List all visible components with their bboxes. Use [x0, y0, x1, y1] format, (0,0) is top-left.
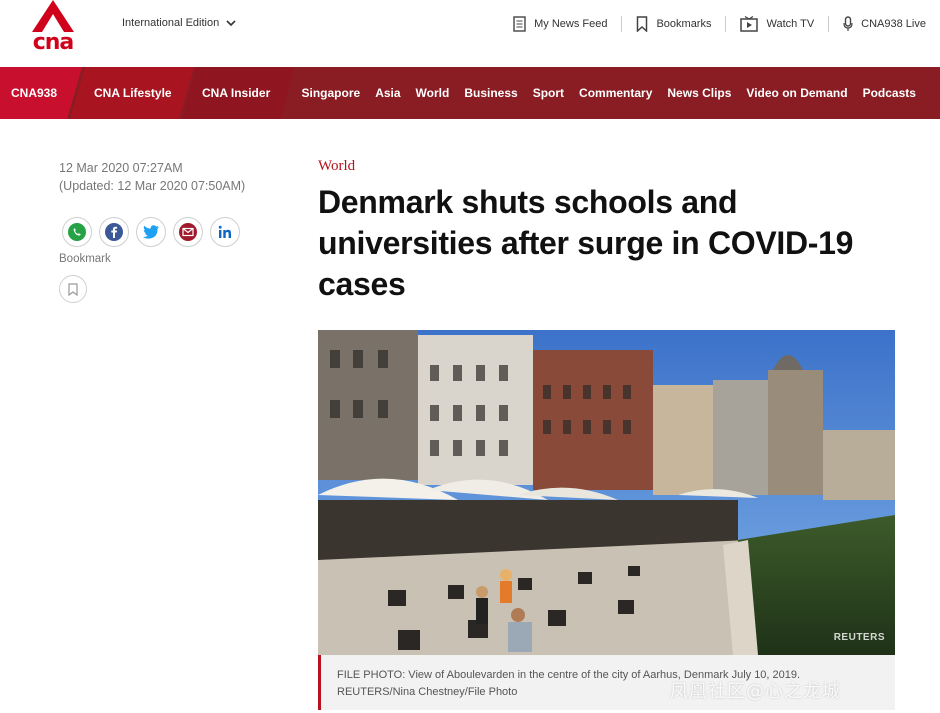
bookmark-button[interactable] — [59, 275, 87, 303]
cna-logo[interactable]: cna — [30, 0, 76, 55]
linkedin-icon — [218, 225, 231, 238]
nav-cna938[interactable]: CNA938 — [0, 67, 82, 119]
email-icon — [179, 223, 197, 241]
featured-nav: CNA938 CNA Lifestyle CNA Insider — [0, 67, 294, 119]
nav-news-clips[interactable]: News Clips — [660, 86, 739, 100]
nav-podcasts[interactable]: Podcasts — [855, 86, 923, 100]
edition-selector[interactable]: International Edition — [122, 17, 237, 29]
main-nav: CNA938 CNA Lifestyle CNA Insider Singapo… — [0, 67, 940, 119]
section-nav: Singapore Asia World Business Sport Comm… — [294, 86, 923, 100]
nav-world[interactable]: World — [408, 86, 457, 100]
whatsapp-icon — [68, 223, 86, 241]
bookmarks-link[interactable]: Bookmarks — [621, 16, 725, 32]
bookmark-label: Bookmark — [59, 253, 111, 265]
twitter-icon — [143, 225, 159, 239]
share-facebook-button[interactable] — [99, 217, 129, 247]
tv-icon — [740, 16, 759, 32]
published-date: 12 Mar 2020 07:27AM — [59, 161, 183, 175]
bookmark-icon — [637, 16, 648, 32]
top-bar: cna International Edition My News Feed B… — [0, 0, 940, 66]
facebook-icon — [105, 223, 123, 241]
share-email-button[interactable] — [173, 217, 203, 247]
chevron-down-icon — [226, 20, 236, 27]
share-twitter-button[interactable] — [136, 217, 166, 247]
nav-asia[interactable]: Asia — [368, 86, 408, 100]
edition-label: International Edition — [122, 17, 220, 29]
nav-sport[interactable]: Sport — [525, 86, 571, 100]
share-buttons — [62, 217, 240, 247]
nav-business[interactable]: Business — [457, 86, 525, 100]
my-news-feed-label: My News Feed — [534, 18, 608, 30]
cna938-live-link[interactable]: CNA938 Live — [828, 16, 940, 32]
share-whatsapp-button[interactable] — [62, 217, 92, 247]
nav-video-on-demand[interactable]: Video on Demand — [739, 86, 855, 100]
watch-tv-label: Watch TV — [766, 18, 815, 30]
article-meta: 12 Mar 2020 07:27AM (Updated: 12 Mar 202… — [59, 159, 245, 195]
bookmarks-label: Bookmarks — [656, 18, 712, 30]
watch-tv-link[interactable]: Watch TV — [725, 16, 828, 32]
photo-credit-mark: REUTERS — [833, 632, 885, 643]
cna938-live-label: CNA938 Live — [861, 18, 926, 30]
nav-cna-insider[interactable]: CNA Insider — [182, 67, 294, 119]
article-headline: Denmark shuts schools and universities a… — [318, 184, 854, 302]
updated-date: (Updated: 12 Mar 2020 07:50AM) — [59, 179, 246, 193]
nav-cna-lifestyle[interactable]: CNA Lifestyle — [70, 67, 194, 119]
bookmark-icon — [68, 282, 78, 296]
top-links: My News Feed Bookmarks Watch TV CNA938 L… — [499, 13, 940, 35]
microphone-icon — [843, 16, 853, 31]
logo-text: cna — [32, 30, 75, 55]
article-photo: REUTERS — [318, 330, 895, 655]
nav-commentary[interactable]: Commentary — [572, 86, 660, 100]
share-linkedin-button[interactable] — [210, 217, 240, 247]
nav-singapore[interactable]: Singapore — [294, 86, 368, 100]
my-news-feed-link[interactable]: My News Feed — [499, 16, 621, 32]
news-feed-icon — [513, 16, 526, 32]
image-watermark: 凤凰社区@心之龙城 — [670, 681, 841, 702]
article-category[interactable]: World — [318, 158, 355, 175]
